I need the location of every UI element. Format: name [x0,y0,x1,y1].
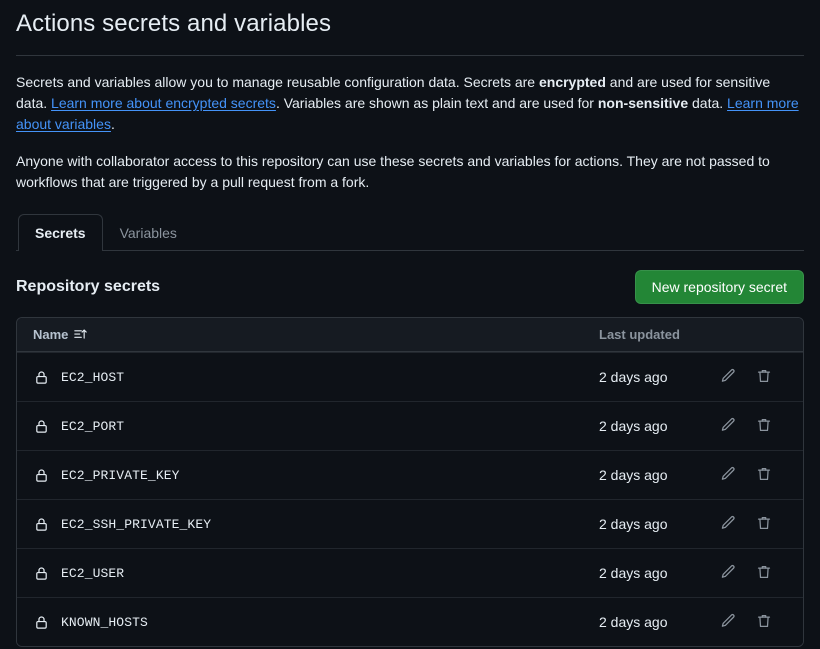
pencil-icon [720,466,736,485]
last-updated-value: 2 days ago [599,418,707,434]
row-name-cell: EC2_HOST [33,369,599,385]
table-row: EC2_SSH_PRIVATE_KEY 2 days ago [17,499,803,548]
edit-secret-button[interactable] [713,362,743,392]
lock-icon [33,565,49,581]
delete-secret-button[interactable] [749,607,779,637]
lock-icon [33,614,49,630]
trash-icon [756,368,772,387]
lock-icon [33,516,49,532]
link-encrypted-secrets[interactable]: Learn more about encrypted secrets [51,95,276,111]
row-meta-cell: 2 days ago [599,460,787,490]
last-updated-value: 2 days ago [599,369,707,385]
secret-name: EC2_PORT [61,419,124,434]
intro-bold-encrypted: encrypted [539,74,606,90]
secret-name: EC2_SSH_PRIVATE_KEY [61,517,211,532]
column-header-name[interactable]: Name [33,327,599,342]
lock-icon [33,369,49,385]
delete-secret-button[interactable] [749,411,779,441]
row-meta-cell: 2 days ago [599,607,787,637]
row-meta-cell: 2 days ago [599,362,787,392]
last-updated-value: 2 days ago [599,565,707,581]
page-title: Actions secrets and variables [16,0,804,39]
pencil-icon [720,564,736,583]
table-row: KNOWN_HOSTS 2 days ago [17,597,803,646]
secret-name: EC2_USER [61,566,124,581]
sort-asc-icon [74,328,87,341]
actions-secrets-page: Actions secrets and variables Secrets an… [0,0,820,647]
tab-navigation: Secrets Variables [16,214,804,251]
trash-icon [756,613,772,632]
intro-paragraph-1: Secrets and variables allow you to manag… [16,72,804,135]
edit-secret-button[interactable] [713,558,743,588]
table-row: EC2_PRIVATE_KEY 2 days ago [17,450,803,499]
tab-variables[interactable]: Variables [103,214,194,251]
intro-bold-non-sensitive: non-sensitive [598,95,688,111]
row-meta-cell: 2 days ago [599,509,787,539]
delete-secret-button[interactable] [749,362,779,392]
row-meta-cell: 2 days ago [599,558,787,588]
title-divider [16,55,804,56]
intro-text-4: data. [688,95,727,111]
intro-text-3: . Variables are shown as plain text and … [276,95,598,111]
column-header-last-updated: Last updated [599,327,787,342]
intro-text-5: . [111,116,115,132]
row-name-cell: EC2_USER [33,565,599,581]
table-row: EC2_HOST 2 days ago [17,352,803,401]
secret-name: EC2_PRIVATE_KEY [61,468,180,483]
last-updated-value: 2 days ago [599,516,707,532]
lock-icon [33,467,49,483]
trash-icon [756,466,772,485]
intro-paragraph-2: Anyone with collaborator access to this … [16,151,804,193]
trash-icon [756,515,772,534]
delete-secret-button[interactable] [749,460,779,490]
table-header-row: Name Last updated [17,318,803,352]
secrets-table: Name Last updated [16,317,804,647]
section-header: Repository secrets New repository secret [16,270,804,304]
pencil-icon [720,515,736,534]
last-updated-value: 2 days ago [599,467,707,483]
secret-name: EC2_HOST [61,370,124,385]
pencil-icon [720,613,736,632]
tab-secrets[interactable]: Secrets [18,214,103,251]
table-row: EC2_PORT 2 days ago [17,401,803,450]
table-row: EC2_USER 2 days ago [17,548,803,597]
new-repository-secret-button[interactable]: New repository secret [635,270,804,304]
intro-text-1: Secrets and variables allow you to manag… [16,74,539,90]
edit-secret-button[interactable] [713,411,743,441]
trash-icon [756,564,772,583]
secret-name: KNOWN_HOSTS [61,615,148,630]
pencil-icon [720,368,736,387]
column-header-name-label: Name [33,327,68,342]
row-name-cell: EC2_PORT [33,418,599,434]
last-updated-value: 2 days ago [599,614,707,630]
row-name-cell: EC2_SSH_PRIVATE_KEY [33,516,599,532]
edit-secret-button[interactable] [713,509,743,539]
trash-icon [756,417,772,436]
section-title: Repository secrets [16,277,160,296]
delete-secret-button[interactable] [749,509,779,539]
edit-secret-button[interactable] [713,460,743,490]
edit-secret-button[interactable] [713,607,743,637]
lock-icon [33,418,49,434]
row-name-cell: KNOWN_HOSTS [33,614,599,630]
delete-secret-button[interactable] [749,558,779,588]
row-meta-cell: 2 days ago [599,411,787,441]
pencil-icon [720,417,736,436]
row-name-cell: EC2_PRIVATE_KEY [33,467,599,483]
